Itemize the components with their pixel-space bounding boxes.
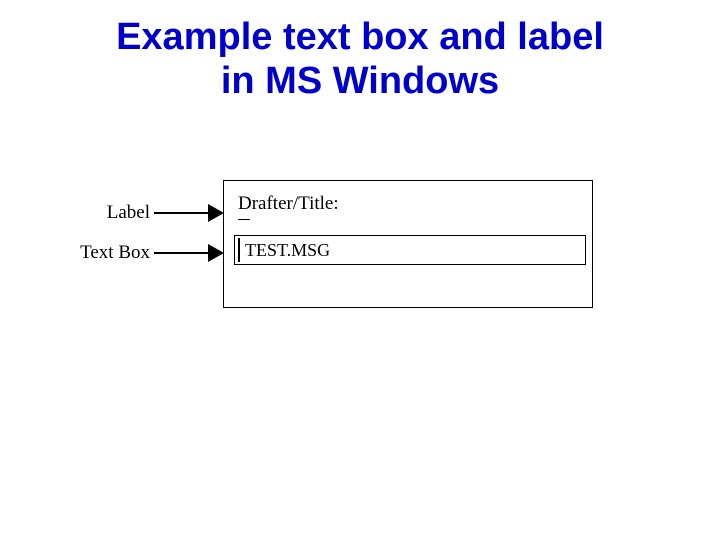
label-underline xyxy=(238,219,250,220)
title-line-1: Example text box and label xyxy=(116,16,604,58)
figure: Label Text Box Drafter/Title: xyxy=(90,180,630,350)
window-panel: Drafter/Title: xyxy=(223,180,593,308)
arrow-to-textbox xyxy=(154,244,224,262)
slide: Example text box and label in MS Windows… xyxy=(0,0,720,540)
slide-title: Example text box and label in MS Windows xyxy=(0,16,720,103)
text-caret-icon xyxy=(238,238,240,262)
arrow-head-icon xyxy=(208,204,224,222)
arrow-line xyxy=(154,212,210,214)
title-line-2: in MS Windows xyxy=(221,60,499,102)
field-label: Drafter/Title: xyxy=(238,193,339,215)
drafter-title-input[interactable] xyxy=(234,235,586,265)
arrow-head-icon xyxy=(208,244,224,262)
arrow-line xyxy=(154,252,210,254)
arrow-to-label xyxy=(154,204,224,222)
callout-textbox: Text Box xyxy=(72,242,150,264)
callout-label: Label xyxy=(96,202,150,224)
